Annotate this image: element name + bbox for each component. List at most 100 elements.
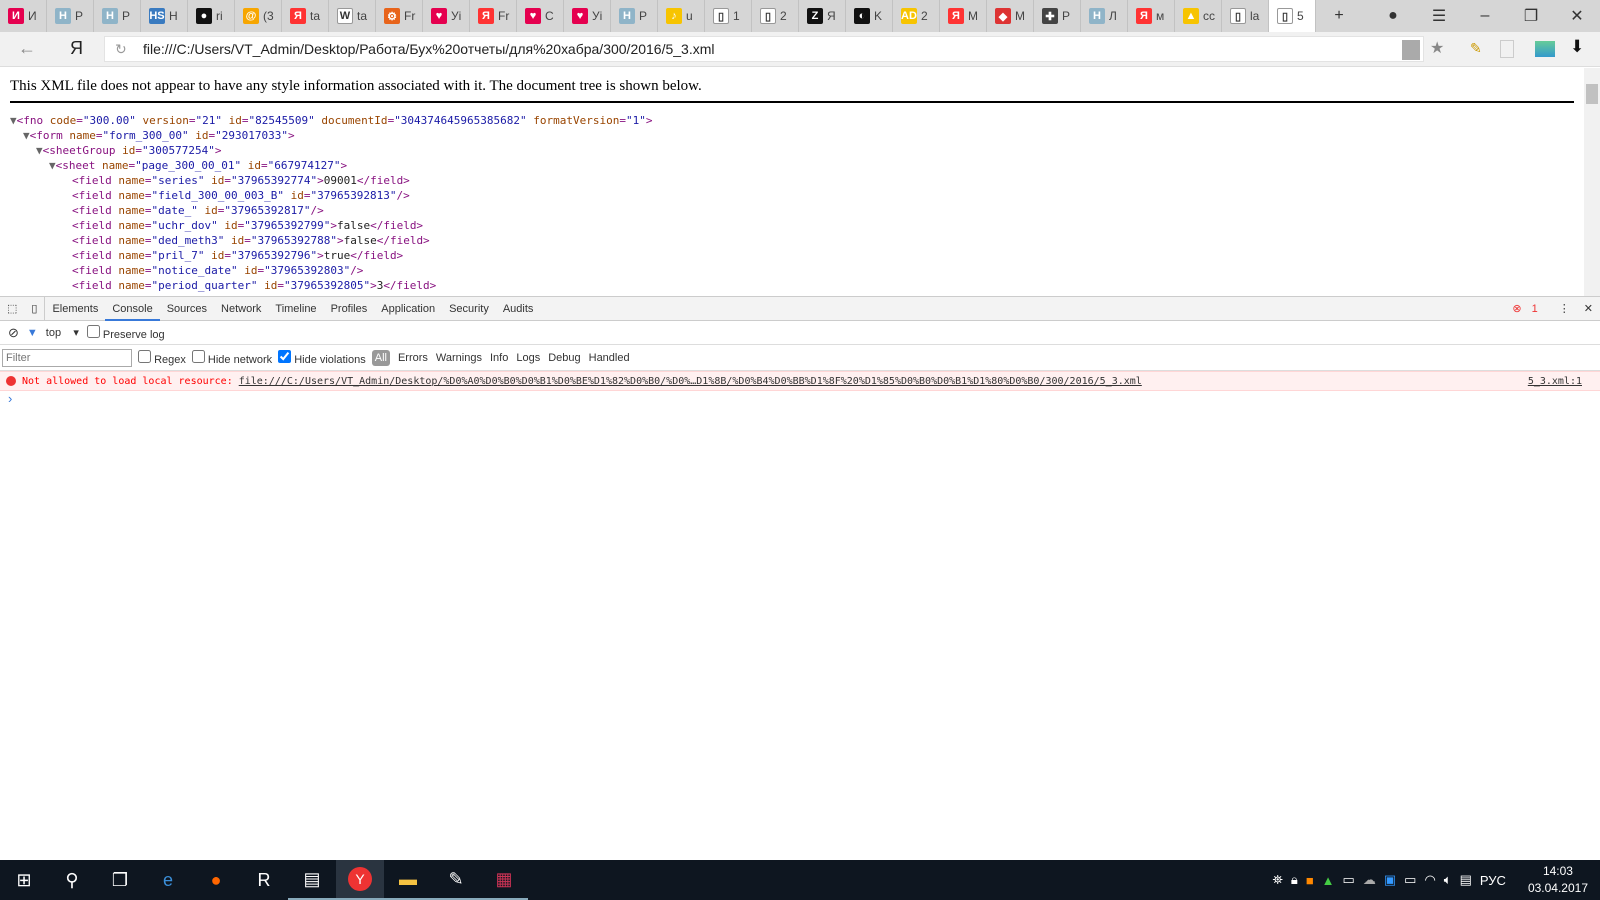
new-tab-button[interactable]: +: [1316, 0, 1362, 32]
start-button[interactable]: ⊞: [0, 860, 48, 900]
language-indicator[interactable]: РУС: [1480, 873, 1506, 888]
notifications-icon[interactable]: ▤: [1460, 872, 1472, 888]
level-debug[interactable]: Debug: [548, 352, 580, 364]
browser-tab[interactable]: ⚙ Fr: [376, 0, 423, 32]
network-drive-icon[interactable]: ⛯: [1272, 872, 1282, 888]
bookmark-star-icon[interactable]: ★: [1430, 38, 1444, 58]
browser-tab[interactable]: ИИ: [0, 0, 47, 32]
task-view-icon[interactable]: ❐: [96, 860, 144, 900]
page-scrollbar[interactable]: [1584, 68, 1600, 296]
clock[interactable]: 14:03 03.04.2017: [1528, 863, 1588, 897]
extension-page-icon[interactable]: [1500, 40, 1514, 58]
level-logs[interactable]: Logs: [516, 352, 540, 364]
download-icon[interactable]: ⬇: [1570, 37, 1584, 57]
error-resource-link[interactable]: file:///C:/Users/VT_Admin/Desktop/%D0%A0…: [239, 376, 1142, 387]
console-prompt[interactable]: ›: [0, 391, 1600, 406]
browser-tab[interactable]: ◆ M: [987, 0, 1034, 32]
browser-tab[interactable]: @ (3: [235, 0, 282, 32]
devtools-tab-audits[interactable]: Audits: [496, 297, 541, 321]
browser-tab[interactable]: ● ri: [188, 0, 235, 32]
browser-tab[interactable]: ZЯ: [799, 0, 846, 32]
app-tray-icon[interactable]: ▣: [1384, 872, 1396, 888]
devtools-tab-application[interactable]: Application: [374, 297, 442, 321]
level-all[interactable]: All: [371, 349, 390, 366]
close-button[interactable]: ✕: [1554, 0, 1600, 32]
level-warnings[interactable]: Warnings: [436, 352, 482, 364]
extension-notes-icon[interactable]: ✎: [1470, 40, 1482, 57]
browser-tab[interactable]: Ям: [1128, 0, 1175, 32]
xml-line[interactable]: ▼<sheetGroup id="300577254">: [0, 143, 1584, 158]
display-icon[interactable]: ▭: [1343, 872, 1355, 888]
xml-line[interactable]: ▼<form name="form_300_00" id="293017033"…: [0, 128, 1584, 143]
close-devtools-icon[interactable]: ✕: [1577, 297, 1600, 321]
level-handled[interactable]: Handled: [589, 352, 630, 364]
browser-tab[interactable]: HS H: [141, 0, 188, 32]
device-toolbar-icon[interactable]: ▯: [24, 296, 46, 321]
devtools-tab-sources[interactable]: Sources: [160, 297, 214, 321]
error-source-link[interactable]: 5_3.xml:1: [1528, 376, 1582, 387]
browser-tab[interactable]: ♪ u: [658, 0, 705, 32]
collapse-toggle-icon[interactable]: ▼: [36, 144, 43, 157]
more-options-icon[interactable]: ⋮: [1552, 297, 1577, 321]
file-explorer-icon[interactable]: ▬: [384, 860, 432, 900]
browser-tab[interactable]: ▲ cc: [1175, 0, 1222, 32]
devtools-tab-security[interactable]: Security: [442, 297, 496, 321]
devtools-tab-timeline[interactable]: Timeline: [268, 297, 323, 321]
reload-icon[interactable]: ↻: [115, 37, 127, 61]
collapse-toggle-icon[interactable]: ▼: [23, 129, 30, 142]
google-drive-icon[interactable]: ▲: [1322, 873, 1335, 888]
browser-tab[interactable]: ▯ 5: [1269, 0, 1316, 32]
browser-tab[interactable]: HР: [611, 0, 658, 32]
app-document-icon[interactable]: ▤: [288, 860, 336, 900]
context-select[interactable]: top ▾: [46, 326, 79, 339]
hide-network-checkbox[interactable]: Hide network: [191, 349, 272, 366]
browser-tab[interactable]: ♥ Уі: [564, 0, 611, 32]
xml-line[interactable]: ▼<sheet name="page_300_00_01" id="667974…: [0, 158, 1584, 173]
search-icon[interactable]: ⚲: [48, 860, 96, 900]
devtools-tab-profiles[interactable]: Profiles: [324, 297, 375, 321]
browser-tab[interactable]: Яta: [282, 0, 329, 32]
browser-tab[interactable]: ▯ 1: [705, 0, 752, 32]
browser-tab[interactable]: Я Fr: [470, 0, 517, 32]
menu-icon[interactable]: ☰: [1416, 0, 1462, 32]
java-icon[interactable]: ■: [1306, 873, 1314, 888]
restore-button[interactable]: ❐: [1508, 0, 1554, 32]
filter-icon[interactable]: ▼: [27, 327, 38, 339]
minimize-button[interactable]: –: [1462, 0, 1508, 32]
yandex-logo[interactable]: Я: [70, 38, 83, 59]
lock-icon[interactable]: 🔒︎: [1291, 872, 1298, 888]
page-icon[interactable]: [1402, 40, 1420, 60]
wifi-icon[interactable]: ◠: [1424, 872, 1435, 888]
regex-checkbox[interactable]: Regex: [138, 349, 186, 366]
yandex-browser-icon[interactable]: Y: [336, 860, 384, 900]
level-info[interactable]: Info: [490, 352, 508, 364]
onedrive-icon[interactable]: ☁: [1363, 872, 1376, 888]
browser-tab[interactable]: HЛ: [1081, 0, 1128, 32]
browser-tab[interactable]: Wta: [329, 0, 376, 32]
winrar-icon[interactable]: ▦: [480, 860, 528, 900]
inspect-element-icon[interactable]: ⬚: [0, 297, 24, 321]
browser-tab[interactable]: ▯ la: [1222, 0, 1269, 32]
browser-tab[interactable]: ◐ K: [846, 0, 893, 32]
devtools-tab-console[interactable]: Console: [105, 297, 160, 321]
browser-tab[interactable]: ✚ Р: [1034, 0, 1081, 32]
hide-violations-checkbox[interactable]: Hide violations: [278, 349, 366, 366]
app-r-icon[interactable]: R: [240, 860, 288, 900]
collapse-toggle-icon[interactable]: ▼: [10, 114, 17, 127]
browser-tab[interactable]: HР: [47, 0, 94, 32]
extension-image-icon[interactable]: [1535, 41, 1555, 57]
paint-icon[interactable]: ✎: [432, 860, 480, 900]
browser-tab[interactable]: AD 2: [893, 0, 940, 32]
collapse-toggle-icon[interactable]: ▼: [49, 159, 56, 172]
browser-tab[interactable]: HР: [94, 0, 141, 32]
back-icon[interactable]: ←: [18, 38, 36, 59]
browser-tab[interactable]: ♥ С: [517, 0, 564, 32]
edge-icon[interactable]: e: [144, 860, 192, 900]
devtools-tab-elements[interactable]: Elements: [45, 297, 105, 321]
browser-tab[interactable]: ЯM: [940, 0, 987, 32]
level-errors[interactable]: Errors: [398, 352, 428, 364]
url-input[interactable]: ↻ file:///C:/Users/VT_Admin/Desktop/Работ…: [104, 36, 1424, 62]
clear-console-icon[interactable]: ⊘: [8, 325, 19, 341]
xml-line[interactable]: ▼<fno code="300.00" version="21" id="825…: [0, 113, 1584, 128]
battery-icon[interactable]: ▭: [1404, 872, 1416, 888]
